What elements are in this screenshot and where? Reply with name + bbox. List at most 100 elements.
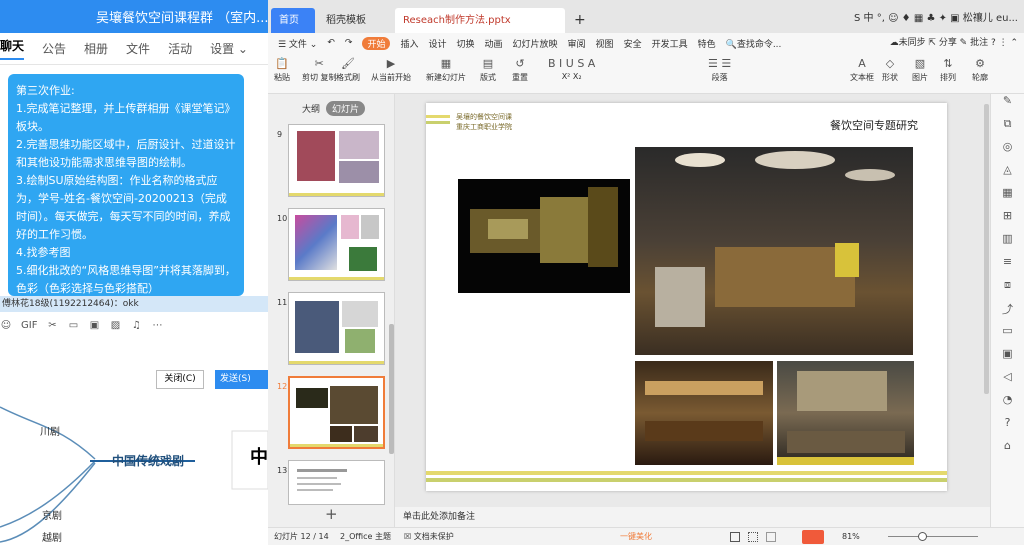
menu-animation[interactable]: 动画 — [485, 37, 503, 50]
shape-button[interactable]: ◇ 形状 — [882, 57, 898, 83]
zoom-slider[interactable] — [888, 536, 978, 537]
menu-view[interactable]: 视图 — [596, 37, 614, 50]
sender-message: 傅林花18级(1192212464)：okk — [0, 296, 268, 312]
new-slide-button[interactable]: ▦ 新建幻灯片 — [426, 57, 466, 83]
new-tab-button[interactable]: + — [566, 8, 586, 33]
menu-developer[interactable]: 开发工具 — [652, 37, 688, 50]
list-icon[interactable]: ≡ — [991, 255, 1024, 278]
message-bubble: 第三次作业: 1.完成笔记整理，并上传群相册《课堂笔记》板块。 2.完善思维功能… — [8, 74, 244, 296]
slide-counter: 幻灯片 12 / 14 — [274, 532, 329, 541]
copy-icon[interactable]: ⧉ — [991, 117, 1024, 140]
mind-map: 川剧 中国传统戏剧 中 京剧 越剧 — [0, 397, 268, 545]
menu-start[interactable]: 开始 — [362, 36, 391, 50]
paragraph-buttons[interactable]: ☰ ☰ 段落 — [708, 57, 731, 83]
emoji-icon[interactable]: ☺ — [0, 320, 12, 331]
frame-icon[interactable]: ▭ — [991, 324, 1024, 347]
shape-icon[interactable]: ◬ — [991, 163, 1024, 186]
tab-bar: 首页 稻壳模板 Reseach制作方法.pptx + S 中 °, ☺ ♦ ▦ … — [268, 0, 1024, 33]
send-button[interactable]: 发送(S) — [215, 370, 268, 389]
paste-button[interactable]: 📋 粘贴 — [274, 57, 290, 83]
close-button[interactable]: 关闭(C) — [156, 370, 204, 389]
location-icon[interactable]: ◎ — [991, 140, 1024, 163]
zoom-level[interactable]: 81% — [842, 528, 860, 545]
beautify-button[interactable]: 一键美化 — [620, 528, 652, 545]
file-icon[interactable]: ▣ — [88, 320, 100, 331]
thumb-number: 11 — [277, 298, 288, 307]
layer-icon[interactable]: ⧈ — [991, 278, 1024, 301]
slide-thumb[interactable] — [288, 460, 385, 505]
grid-icon[interactable]: ⊞ — [991, 209, 1024, 232]
menu-security[interactable]: 安全 — [624, 37, 642, 50]
tab-document[interactable]: Reseach制作方法.pptx — [395, 8, 565, 33]
tab-announcement[interactable]: 公告 — [42, 40, 66, 57]
mind-node[interactable]: 川剧 — [40, 423, 60, 438]
canvas-scrollbar[interactable] — [984, 104, 989, 394]
arrange-button[interactable]: ⇅ 排列 — [940, 57, 956, 83]
tab-outline[interactable]: 大纲 — [302, 102, 320, 115]
menu-design[interactable]: 设计 — [428, 37, 446, 50]
folder-icon[interactable]: ▭ — [67, 320, 79, 331]
format-painter-button[interactable]: 🖌 格式刷 — [336, 57, 360, 83]
undo-icon[interactable]: ↶ — [327, 38, 335, 48]
screenshot-icon[interactable]: ✂ — [46, 320, 58, 331]
search-command[interactable]: 🔍查找命令... — [726, 37, 782, 50]
mind-node[interactable]: 越剧 — [42, 529, 62, 544]
tray-area[interactable]: S 中 °, ☺ ♦ ▦ ♣ ✦ ▣ 松禳儿 eu... — [854, 9, 1018, 24]
slide-thumb[interactable] — [288, 208, 385, 281]
reading-view-icon[interactable] — [766, 532, 776, 542]
layout-button[interactable]: ▤ 版式 — [480, 57, 496, 83]
sorter-view-icon[interactable] — [748, 532, 758, 542]
font-format-buttons[interactable]: B I U S A X² X₂ — [548, 57, 595, 81]
menu-special[interactable]: 特色 — [698, 37, 716, 50]
reset-button[interactable]: ↺ 重置 — [512, 57, 528, 83]
help-icon[interactable]: ? — [991, 416, 1024, 439]
tab-template[interactable]: 稻壳模板 — [318, 8, 388, 33]
add-slide-button[interactable]: + — [325, 505, 338, 523]
tab-home[interactable]: 首页 — [271, 8, 315, 33]
menu-slideshow[interactable]: 幻灯片放映 — [513, 37, 558, 50]
normal-view-icon[interactable] — [730, 532, 740, 542]
chart-icon[interactable]: ▥ — [991, 232, 1024, 255]
message-line: 1.完成笔记整理，并上传群相册《课堂笔记》板块。 — [16, 102, 236, 133]
menu-insert[interactable]: 插入 — [400, 37, 418, 50]
slide-thumb[interactable] — [288, 124, 385, 197]
slide-header-line2: 重庆工商职业学院 — [456, 123, 512, 131]
tab-slides[interactable]: 幻灯片 — [326, 100, 366, 116]
mind-node[interactable]: 京剧 — [42, 507, 62, 522]
current-slide[interactable]: 吴壤的餐饮空间课 重庆工商职业学院 餐饮空间专题研究 — [426, 103, 947, 491]
bell-icon[interactable]: ♫ — [130, 320, 142, 331]
home-icon[interactable]: ⌂ — [991, 439, 1024, 462]
menu-transition[interactable]: 切换 — [456, 37, 474, 50]
panel-scrollbar[interactable] — [389, 324, 394, 454]
table-icon[interactable]: ▦ — [991, 186, 1024, 209]
notes-field[interactable]: 单击此处添加备注 — [395, 507, 990, 527]
picture-button[interactable]: ▧ 图片 — [912, 57, 928, 83]
tab-activity[interactable]: 活动 — [168, 40, 192, 57]
more-icon[interactable]: ⋯ — [151, 320, 163, 331]
share-icon[interactable]: ⤴ — [991, 301, 1024, 324]
mind-node-center[interactable]: 中国传统戏剧 — [112, 452, 184, 469]
slide-thumb[interactable] — [288, 292, 385, 365]
tab-files[interactable]: 文件 — [126, 40, 150, 57]
tab-album[interactable]: 相册 — [84, 40, 108, 57]
textbox-button[interactable]: A 文本框 — [850, 57, 874, 83]
image-icon[interactable]: ▣ — [991, 347, 1024, 370]
edit-icon[interactable]: ✎ — [991, 94, 1024, 117]
gif-icon[interactable]: GIF — [21, 320, 37, 331]
menu-review[interactable]: 审阅 — [568, 37, 586, 50]
cut-copy-button[interactable]: ✂ 剪切 复制 — [302, 57, 337, 83]
outline-button[interactable]: ⚙ 轮廓 — [972, 57, 988, 83]
sound-icon[interactable]: ◁ — [991, 370, 1024, 393]
play-from-current-button[interactable]: ▶ 从当前开始 — [371, 57, 411, 83]
image-icon[interactable]: ▨ — [109, 320, 121, 331]
menu-right-tools[interactable]: ☁未同步 ⇱ 分享 ✎ 批注 ? ⋮ ⌃ — [890, 35, 1018, 48]
history-icon[interactable]: ◔ — [991, 393, 1024, 416]
tab-settings[interactable]: 设置 ⌄ — [210, 40, 248, 57]
slide-thumb-selected[interactable] — [288, 376, 385, 449]
redo-icon[interactable]: ↷ — [345, 38, 353, 48]
play-button[interactable] — [802, 530, 824, 544]
menu-file[interactable]: ☰ 文件 ⌄ — [278, 37, 317, 50]
protect-status[interactable]: ☒ 文档未保护 — [404, 528, 454, 545]
tab-chat[interactable]: 聊天 — [0, 37, 25, 60]
zoom-slider-thumb[interactable] — [918, 532, 927, 541]
